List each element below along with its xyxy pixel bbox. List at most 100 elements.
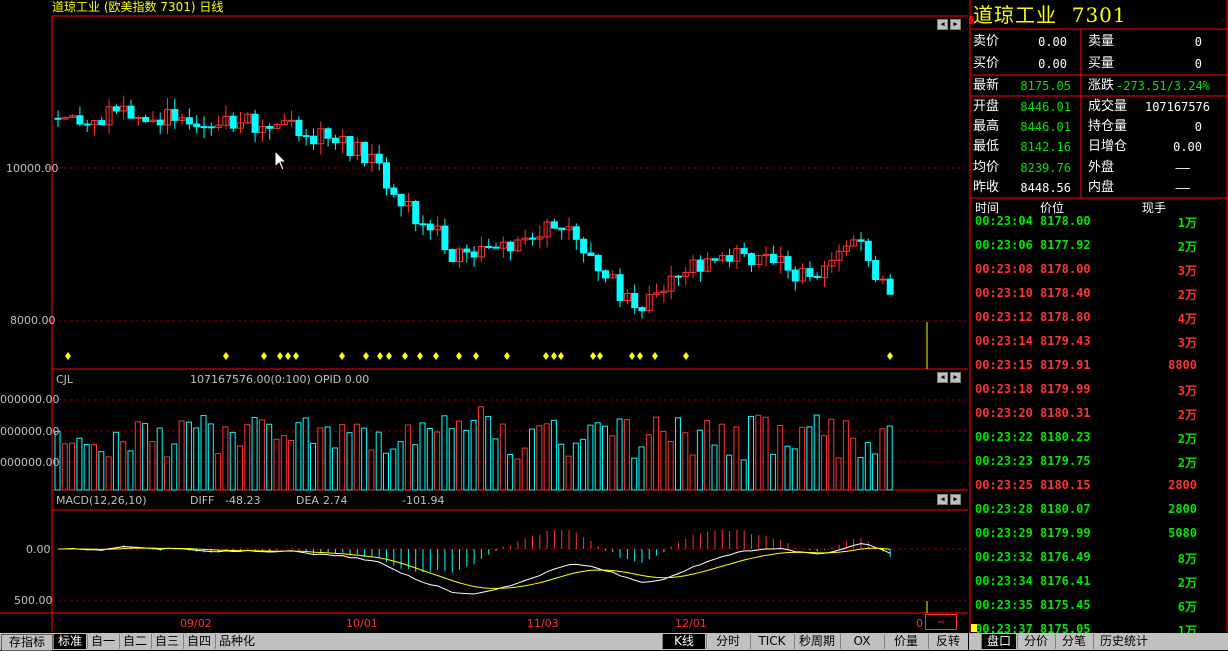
volume-bar xyxy=(310,442,316,491)
buy-price-value: 0.00 xyxy=(1038,57,1067,71)
prev-close-value: 8448.56 xyxy=(1020,181,1071,195)
signal-diamond-icon xyxy=(590,352,596,360)
tick-price: 8178.00 xyxy=(1040,214,1091,228)
volume-bar xyxy=(879,428,886,491)
open-label: 开盘 xyxy=(973,99,1000,114)
volume-bar xyxy=(835,457,842,491)
tab-history-stats[interactable]: 历史统计 xyxy=(1093,634,1154,649)
volume-bar xyxy=(134,421,141,491)
tick-row: 00:23:18 8179.99 3万 xyxy=(975,382,1197,406)
candle-body xyxy=(492,246,500,249)
volume-bar xyxy=(185,421,192,491)
volume-bar xyxy=(412,444,419,491)
tick-price: 8179.91 xyxy=(1040,358,1091,372)
macd-scroll-left-icon[interactable]: ◀ xyxy=(937,494,948,505)
candle-body xyxy=(200,126,208,129)
volume-bar xyxy=(390,448,397,491)
sell-vol-value: 0 xyxy=(1194,35,1202,49)
volume-bar xyxy=(529,428,535,491)
macd-axis-label: 0.00 xyxy=(26,543,51,556)
daily-inc-value: 0.00 xyxy=(1173,140,1202,154)
macd-label: MACD(12,26,10) xyxy=(56,494,147,507)
volume-bar xyxy=(499,423,506,491)
volume-bar xyxy=(266,423,273,491)
tick-price: 8180.15 xyxy=(1040,478,1091,492)
prev-close-label: 昨收 xyxy=(973,180,1000,195)
volume-bar xyxy=(514,458,521,491)
volume-bar xyxy=(324,426,331,491)
daily-inc-label: 日增仓 xyxy=(1088,139,1128,154)
stock-name: 道琼工业 7301 xyxy=(973,2,1127,28)
tab-trades[interactable]: 分笔 xyxy=(1055,634,1092,649)
volume-bar xyxy=(237,445,243,491)
candle-body xyxy=(390,187,398,195)
chart-area[interactable]: 道琼工业 (欧美指数 7301) 日线 ◀ ▶ 10000.00 8000.00… xyxy=(0,0,968,632)
candle-body xyxy=(886,278,894,295)
scroll-right-icon[interactable]: ▶ xyxy=(950,19,961,30)
volume-bar xyxy=(317,427,324,491)
tab-price-distribution[interactable]: 分价 xyxy=(1017,634,1054,649)
tick-price: 8178.00 xyxy=(1040,262,1091,276)
volume-bar xyxy=(762,416,769,491)
cjl-scroll-left-icon[interactable]: ◀ xyxy=(937,372,948,383)
volume-label: 成交量 xyxy=(1088,99,1128,114)
chart-canvas[interactable] xyxy=(0,0,968,632)
buy-vol-label: 买量 xyxy=(1088,56,1115,71)
tab-reverse[interactable]: 反转 xyxy=(928,634,967,649)
arrow-right-icon[interactable]: ⇨ xyxy=(925,614,957,630)
tick-volume: 2800 xyxy=(1168,502,1197,516)
volume-bar xyxy=(682,432,689,491)
volume-bar xyxy=(112,431,119,491)
tab-save-indicator[interactable]: 存指标 xyxy=(1,634,53,651)
stock-name-text: 道琼工业 xyxy=(973,3,1057,27)
tick-row: 00:23:32 8176.49 8万 xyxy=(975,550,1197,574)
cjl-scroll-right-icon[interactable]: ▶ xyxy=(950,372,961,383)
change-value: -273.51/3.24% xyxy=(1116,79,1210,93)
volume-bar xyxy=(536,425,543,491)
scroll-left-icon[interactable]: ◀ xyxy=(937,19,948,30)
candle-body xyxy=(266,125,274,129)
tick-row: 00:23:08 8178.00 3万 xyxy=(975,262,1197,286)
volume-bar xyxy=(215,453,222,491)
tab-custom-4[interactable]: 自四 xyxy=(183,634,214,649)
tab-variety[interactable]: 品种化 xyxy=(215,634,258,649)
volume-bar xyxy=(784,445,791,491)
tick-row: 00:23:06 8177.92 2万 xyxy=(975,238,1197,262)
candle-body xyxy=(594,254,602,272)
macd-scroll-right-icon[interactable]: ▶ xyxy=(950,494,961,505)
volume-bar xyxy=(740,459,747,491)
candle-body xyxy=(295,119,303,137)
sell-vol-label: 卖量 xyxy=(1088,34,1115,49)
volume-bar xyxy=(733,426,740,491)
volume-bar xyxy=(718,423,725,491)
candle-body xyxy=(696,259,704,272)
cjl-axis-label: 000000.00 xyxy=(0,393,60,406)
tab-tick[interactable]: TICK xyxy=(750,634,793,649)
volume-bar xyxy=(565,455,572,491)
tab-kline[interactable]: K线 xyxy=(662,634,705,649)
tab-standard[interactable]: 标准 xyxy=(53,634,86,649)
candle-body xyxy=(675,275,682,278)
candle-body xyxy=(142,116,150,122)
volume-bar xyxy=(251,417,258,491)
volume-bar xyxy=(83,444,90,491)
volume-bar xyxy=(580,438,587,491)
tick-time: 00:23:20 xyxy=(975,406,1033,420)
tab-order-book[interactable]: 盘口 xyxy=(981,634,1016,649)
candle-body xyxy=(740,248,748,255)
tab-intraday[interactable]: 分时 xyxy=(706,634,749,649)
high-value: 8446.01 xyxy=(1020,120,1071,134)
tick-time: 00:23:14 xyxy=(975,334,1033,348)
tab-ox[interactable]: OX xyxy=(840,634,883,649)
tab-custom-2[interactable]: 自二 xyxy=(119,634,150,649)
tab-price-volume[interactable]: 价量 xyxy=(884,634,927,649)
signal-diamond-icon xyxy=(504,352,510,360)
volume-bar xyxy=(404,424,411,491)
volume-bar xyxy=(69,442,76,491)
tab-custom-3[interactable]: 自三 xyxy=(151,634,182,649)
volume-bar xyxy=(222,426,229,491)
volume-bar xyxy=(302,417,309,491)
volume-bar xyxy=(339,424,346,491)
tab-second-period[interactable]: 秒周期 xyxy=(794,634,839,649)
tab-custom-1[interactable]: 自一 xyxy=(87,634,118,649)
